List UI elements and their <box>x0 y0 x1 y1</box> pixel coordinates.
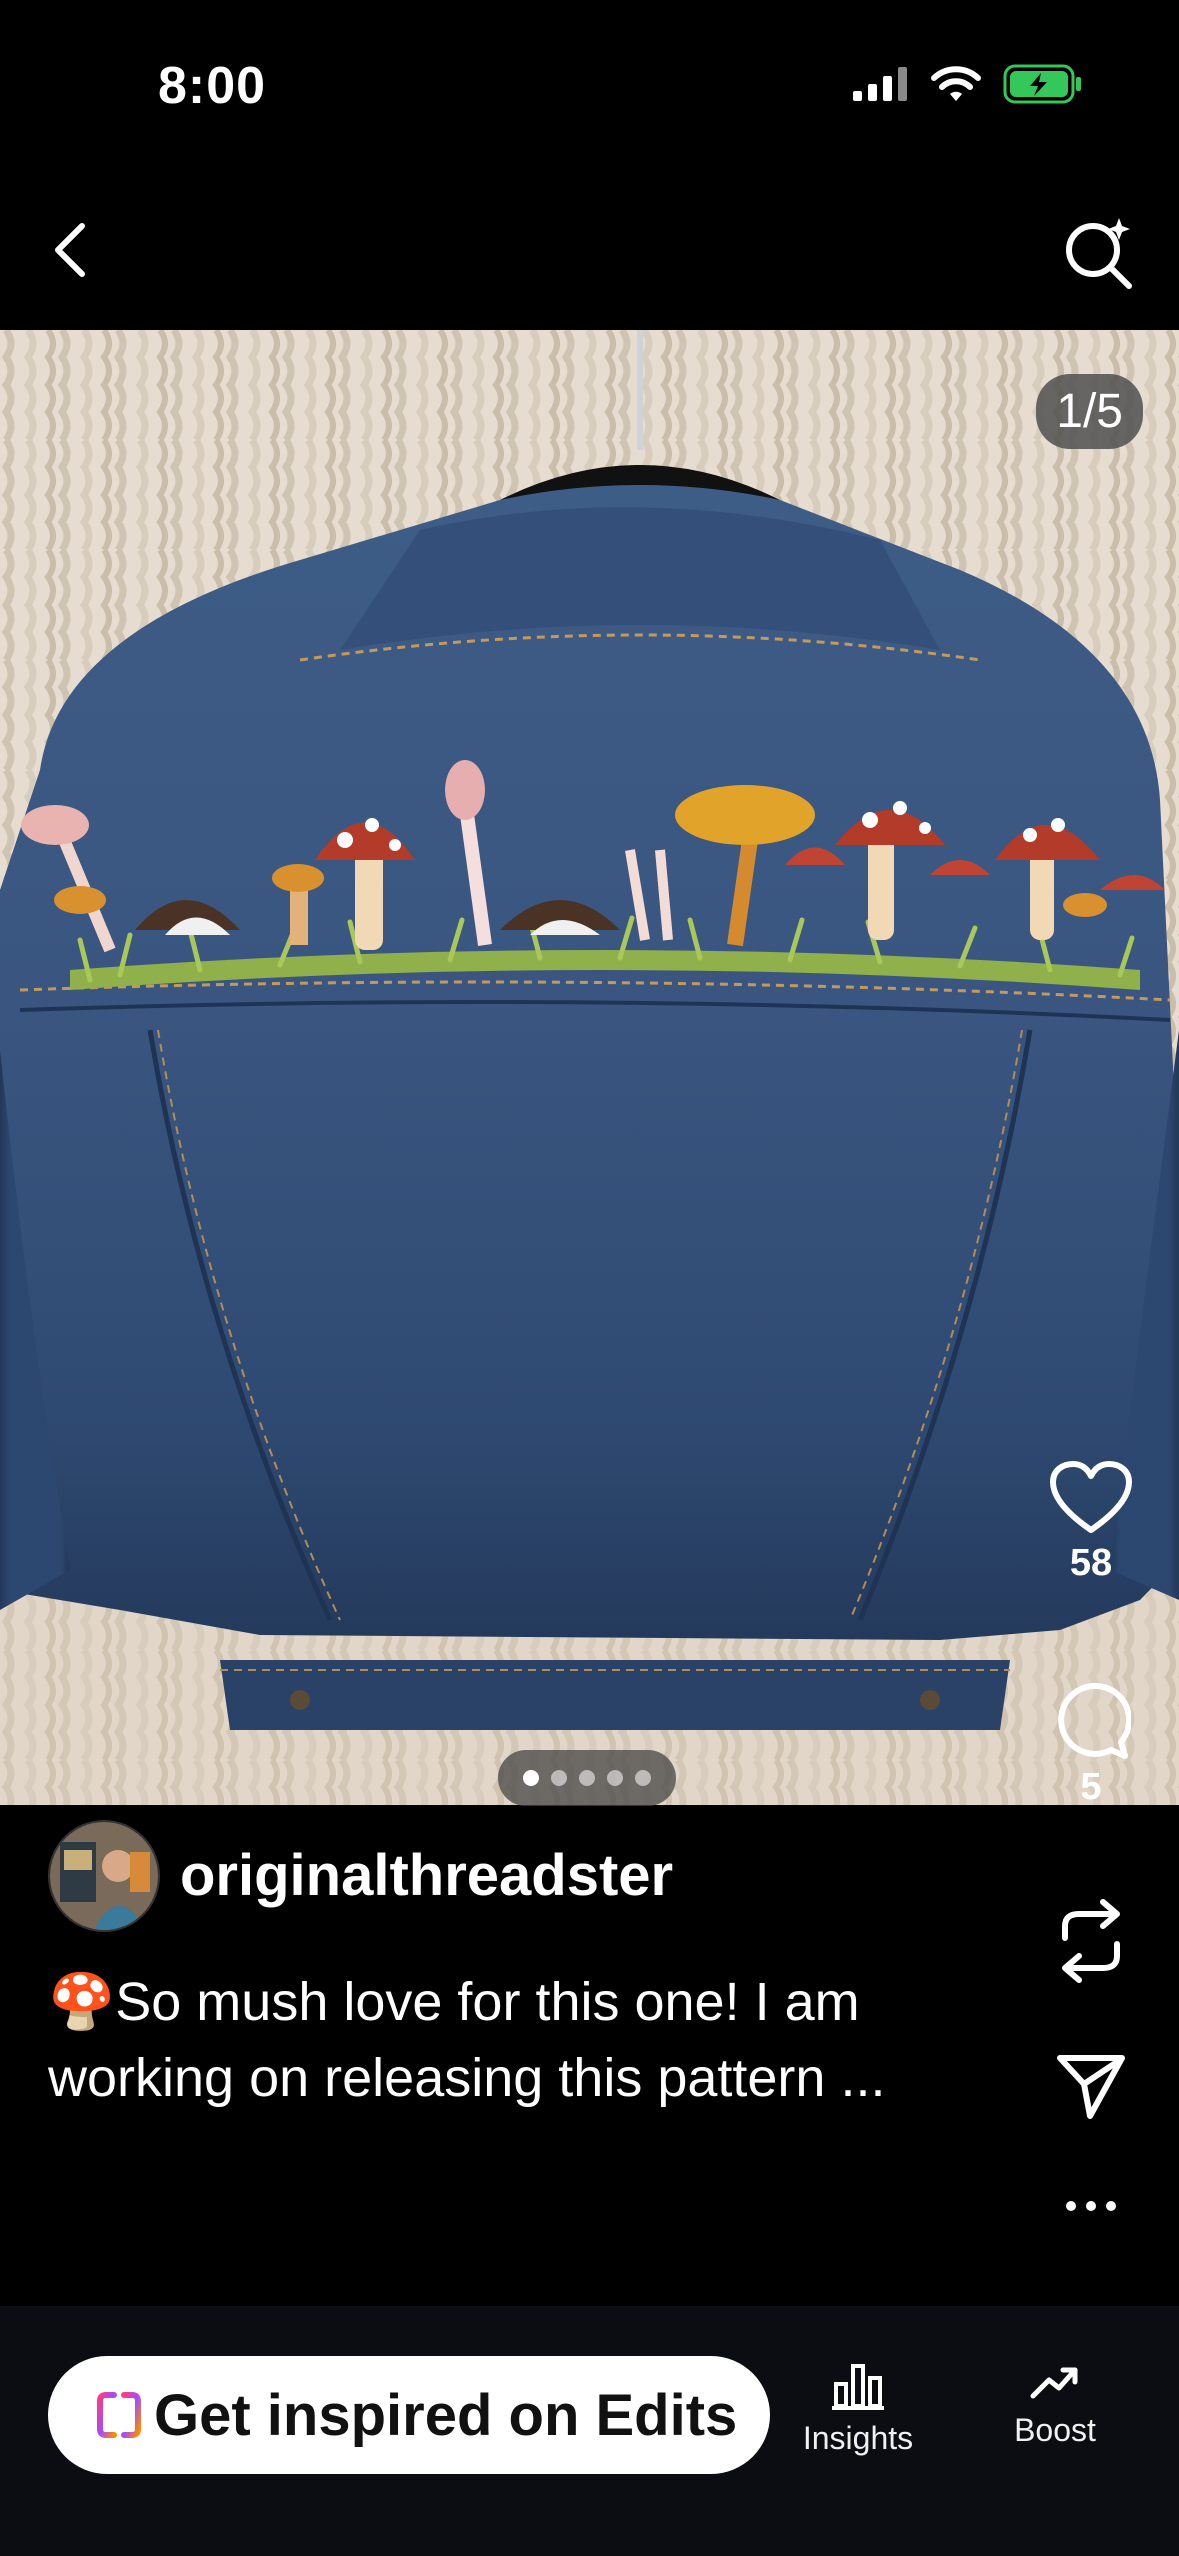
denim-jacket-photo <box>0 330 1179 1805</box>
visual-search-button[interactable] <box>1055 208 1143 296</box>
post-image[interactable] <box>0 330 1179 1805</box>
share-button[interactable] <box>1031 2048 1151 2122</box>
boost-button[interactable]: Boost <box>975 2362 1135 2449</box>
trending-up-icon <box>1030 2367 1078 2399</box>
edits-button-label: Get inspired on Edits <box>154 2382 738 2448</box>
author-username[interactable]: originalthreadster <box>180 1842 673 1909</box>
carousel-dot <box>551 1770 567 1786</box>
cellular-signal-icon <box>853 67 907 101</box>
comment-button[interactable]: 5 <box>1031 1680 1151 1809</box>
repost-icon <box>1062 1899 1120 1983</box>
caption-emoji: 🍄 <box>48 1972 116 2032</box>
image-counter-badge: 1/5 <box>1036 374 1143 449</box>
status-icons <box>853 64 1083 104</box>
share-icon <box>1057 2055 1125 2119</box>
carousel-dot <box>579 1770 595 1786</box>
carousel-dot-active <box>523 1770 539 1786</box>
wifi-icon <box>931 66 981 101</box>
caption-line-2: working on releasing this pattern ... <box>48 2048 886 2108</box>
insights-button[interactable]: Insights <box>778 2362 938 2457</box>
search-sparkle-icon <box>1066 218 1132 289</box>
like-button[interactable]: 58 <box>1031 1460 1151 1585</box>
like-count: 58 <box>1069 1542 1113 1584</box>
chevron-left-icon <box>55 223 85 277</box>
post-caption[interactable]: 🍄So mush love for this one! I am working… <box>48 1964 988 2116</box>
boost-label: Boost <box>1014 2412 1096 2448</box>
edits-logo-icon <box>97 2392 141 2438</box>
more-options-button[interactable] <box>1031 2196 1151 2216</box>
author-avatar[interactable] <box>48 1820 160 1932</box>
more-icon <box>1066 2201 1116 2211</box>
repost-button[interactable] <box>1031 1896 1151 1986</box>
bar-chart-icon <box>832 2364 884 2410</box>
carousel-dot <box>635 1770 651 1786</box>
carousel-dot <box>607 1770 623 1786</box>
comment-count: 5 <box>1080 1766 1102 1808</box>
get-inspired-edits-button[interactable]: Get inspired on Edits <box>48 2356 770 2474</box>
avatar-photo <box>50 1822 158 1930</box>
comment-icon <box>1058 1682 1131 1759</box>
back-button[interactable] <box>40 210 100 290</box>
insights-label: Insights <box>802 2420 914 2456</box>
battery-charging-icon <box>1003 64 1081 104</box>
status-time: 8:00 <box>158 57 267 115</box>
carousel-indicator <box>498 1750 676 1806</box>
heart-icon <box>1050 1461 1132 1533</box>
caption-line-1: So mush love for this one! I am <box>115 1972 860 2032</box>
